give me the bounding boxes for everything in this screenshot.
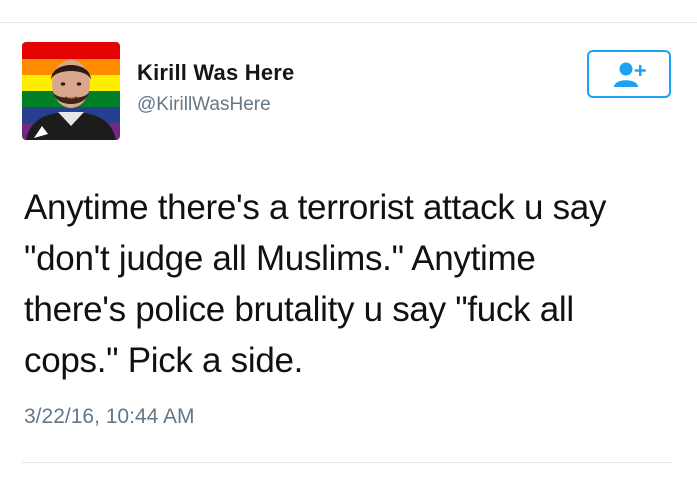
- follow-button[interactable]: [587, 50, 671, 98]
- author-handle[interactable]: @KirillWasHere: [137, 94, 271, 116]
- tweet-timestamp[interactable]: 3/22/16, 10:44 AM: [24, 405, 194, 429]
- top-divider: [0, 22, 697, 23]
- avatar[interactable]: [22, 42, 120, 140]
- tweet-text-line: cops." Pick a side.: [24, 341, 304, 380]
- tweet-text-line: "don't judge all Muslims." Anytime: [24, 239, 536, 278]
- tweet-text-line: there's police brutality u say "fuck all: [24, 290, 574, 329]
- tweet-text-line: Anytime there's a terrorist attack u say: [24, 188, 607, 227]
- author-display-name[interactable]: Kirill Was Here: [137, 60, 294, 86]
- tweet-text: Anytime there's a terrorist attack u say…: [24, 182, 669, 386]
- bottom-divider: [22, 462, 672, 463]
- add-user-icon: [614, 62, 646, 87]
- tweet-card: Kirill Was Here @KirillWasHere Anytime t…: [0, 0, 697, 480]
